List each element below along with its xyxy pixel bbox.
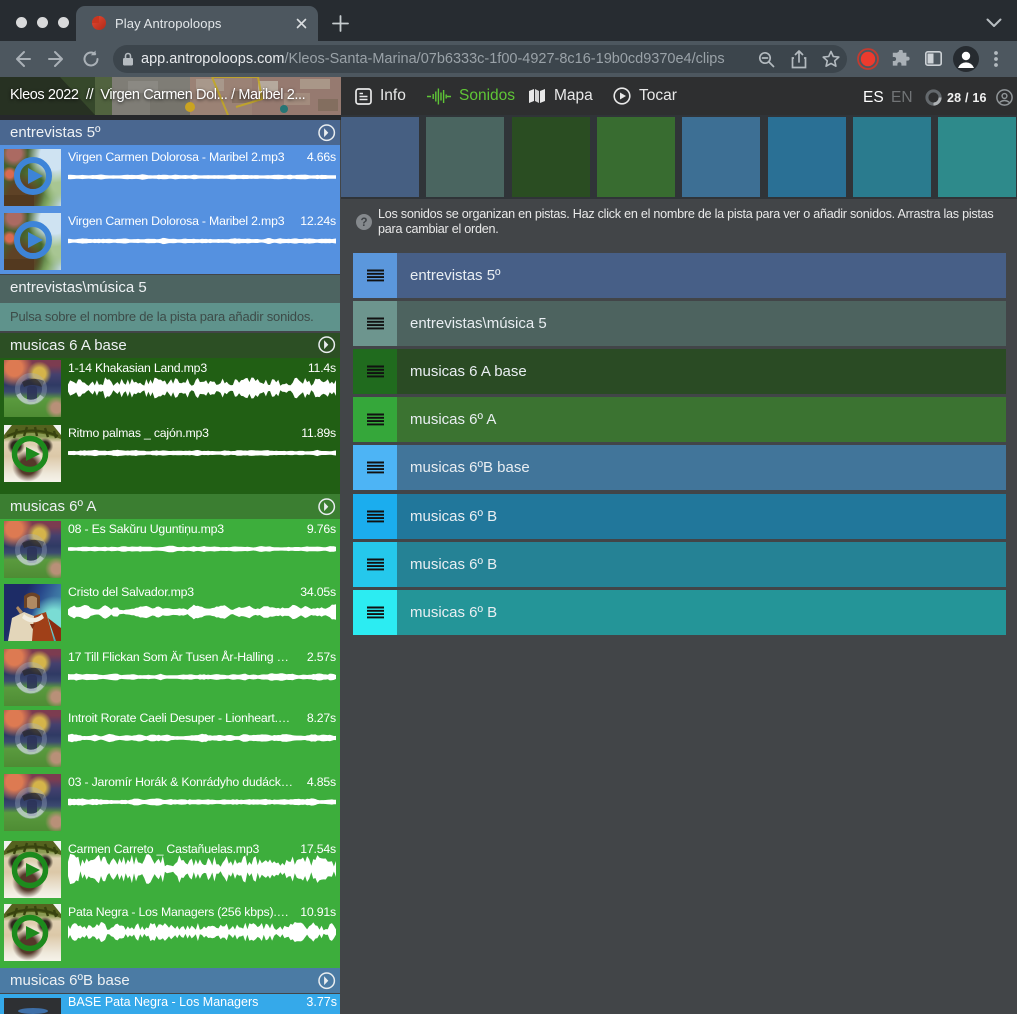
svg-text:?: ?	[360, 217, 367, 229]
